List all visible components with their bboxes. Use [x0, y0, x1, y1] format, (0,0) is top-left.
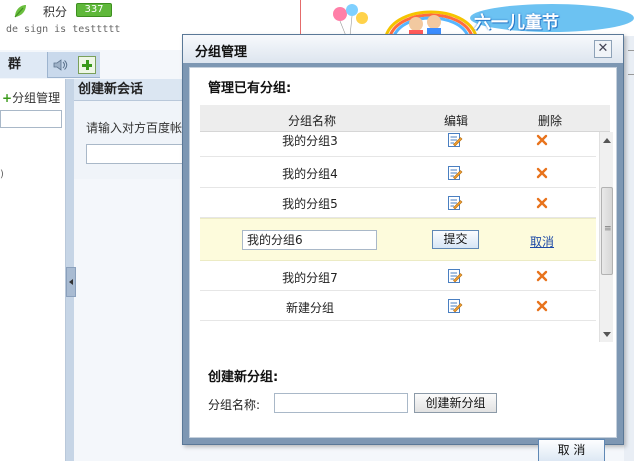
dialog-body: 管理已有分组: 分组名称 编辑 删除 我的分组3 我的分组4 我的分组5 我的分… — [189, 67, 617, 461]
groups-table: 我的分组3 我的分组4 我的分组5 我的分组6 提交 取消 我的分组7 新建分组 — [200, 132, 596, 342]
score-badge: 337 — [76, 3, 112, 17]
collapse-handle[interactable] — [66, 267, 76, 297]
cancel-edit-link[interactable]: 取消 — [530, 233, 554, 250]
dialog-title: 分组管理 — [195, 45, 248, 60]
column-header-delete: 删除 — [538, 114, 563, 128]
delete-icon[interactable] — [536, 134, 548, 146]
left-panel: +分组管理 ) — [0, 79, 66, 461]
group-name: 新建分组 — [285, 301, 334, 315]
scroll-down-arrow-icon[interactable] — [603, 332, 611, 337]
scroll-thumb[interactable] — [601, 187, 613, 275]
background-scrollbar — [624, 36, 634, 461]
column-header-name: 分组名称 — [288, 114, 337, 128]
group-management-label: 分组管理 — [12, 91, 61, 105]
tab-strip: 群 — [0, 52, 100, 78]
edit-icon[interactable] — [447, 298, 463, 314]
rename-group-input[interactable]: 我的分组6 — [242, 230, 377, 250]
new-group-name-label: 分组名称: — [208, 398, 261, 412]
table-scrollbar[interactable] — [599, 132, 613, 342]
table-row: 我的分组5 — [200, 188, 596, 218]
create-group-button[interactable]: 创建新分组 — [414, 393, 497, 413]
submit-button[interactable]: 提交 — [432, 230, 479, 249]
table-row: 我的分组4 — [200, 158, 596, 188]
plus-icon: + — [2, 91, 13, 105]
table-row: 我的分组7 — [200, 261, 596, 291]
banner-text: 六一儿童节 — [474, 13, 559, 33]
table-row: 新建分组 — [200, 291, 596, 321]
close-icon[interactable]: ✕ — [594, 40, 612, 58]
paren-text: ) — [0, 169, 4, 180]
scroll-up-arrow-icon[interactable] — [603, 138, 611, 143]
edit-icon[interactable] — [447, 132, 463, 148]
table-row-editing: 我的分组6 提交 取消 — [200, 218, 596, 261]
edit-icon[interactable] — [447, 195, 463, 211]
delete-icon[interactable] — [536, 300, 548, 312]
left-search-input[interactable] — [0, 110, 62, 128]
delete-icon[interactable] — [536, 197, 548, 209]
dialog-titlebar[interactable]: 分组管理 ✕ — [183, 35, 623, 63]
new-group-name-input[interactable] — [274, 393, 408, 413]
new-chat-hint: 请输入对方百度帐 — [86, 121, 183, 135]
column-header-edit: 编辑 — [444, 114, 469, 128]
scroll-line — [628, 50, 634, 51]
cancel-button[interactable]: 取 消 — [538, 439, 605, 461]
holiday-banner: 六一儿童节 — [326, 0, 634, 36]
existing-groups-title: 管理已有分组: — [208, 81, 292, 96]
group-name: 我的分组7 — [282, 271, 338, 285]
leaf-icon — [14, 5, 26, 18]
signature-text: de sign is testtttt — [6, 24, 121, 35]
add-button[interactable] — [78, 56, 96, 74]
edit-icon[interactable] — [447, 268, 463, 284]
group-name: 我的分组3 — [282, 134, 338, 148]
group-management-dialog: 分组管理 ✕ 管理已有分组: 分组名称 编辑 删除 我的分组3 我的分组4 我的… — [182, 34, 624, 461]
score-label: 积分 — [43, 5, 68, 19]
delete-icon[interactable] — [536, 270, 548, 282]
create-group-title: 创建新分组: — [208, 370, 279, 385]
scroll-line — [628, 74, 634, 75]
group-management-link[interactable]: +分组管理 — [2, 89, 60, 106]
group-name: 我的分组5 — [282, 197, 338, 211]
speaker-icon[interactable] — [52, 57, 68, 73]
divider-line — [300, 0, 301, 36]
edit-icon[interactable] — [447, 165, 463, 181]
table-header: 分组名称 编辑 删除 — [200, 105, 610, 132]
group-name: 我的分组4 — [282, 167, 338, 181]
tab-group[interactable]: 群 — [0, 52, 48, 78]
table-row: 我的分组3 — [200, 132, 596, 157]
delete-icon[interactable] — [536, 167, 548, 179]
